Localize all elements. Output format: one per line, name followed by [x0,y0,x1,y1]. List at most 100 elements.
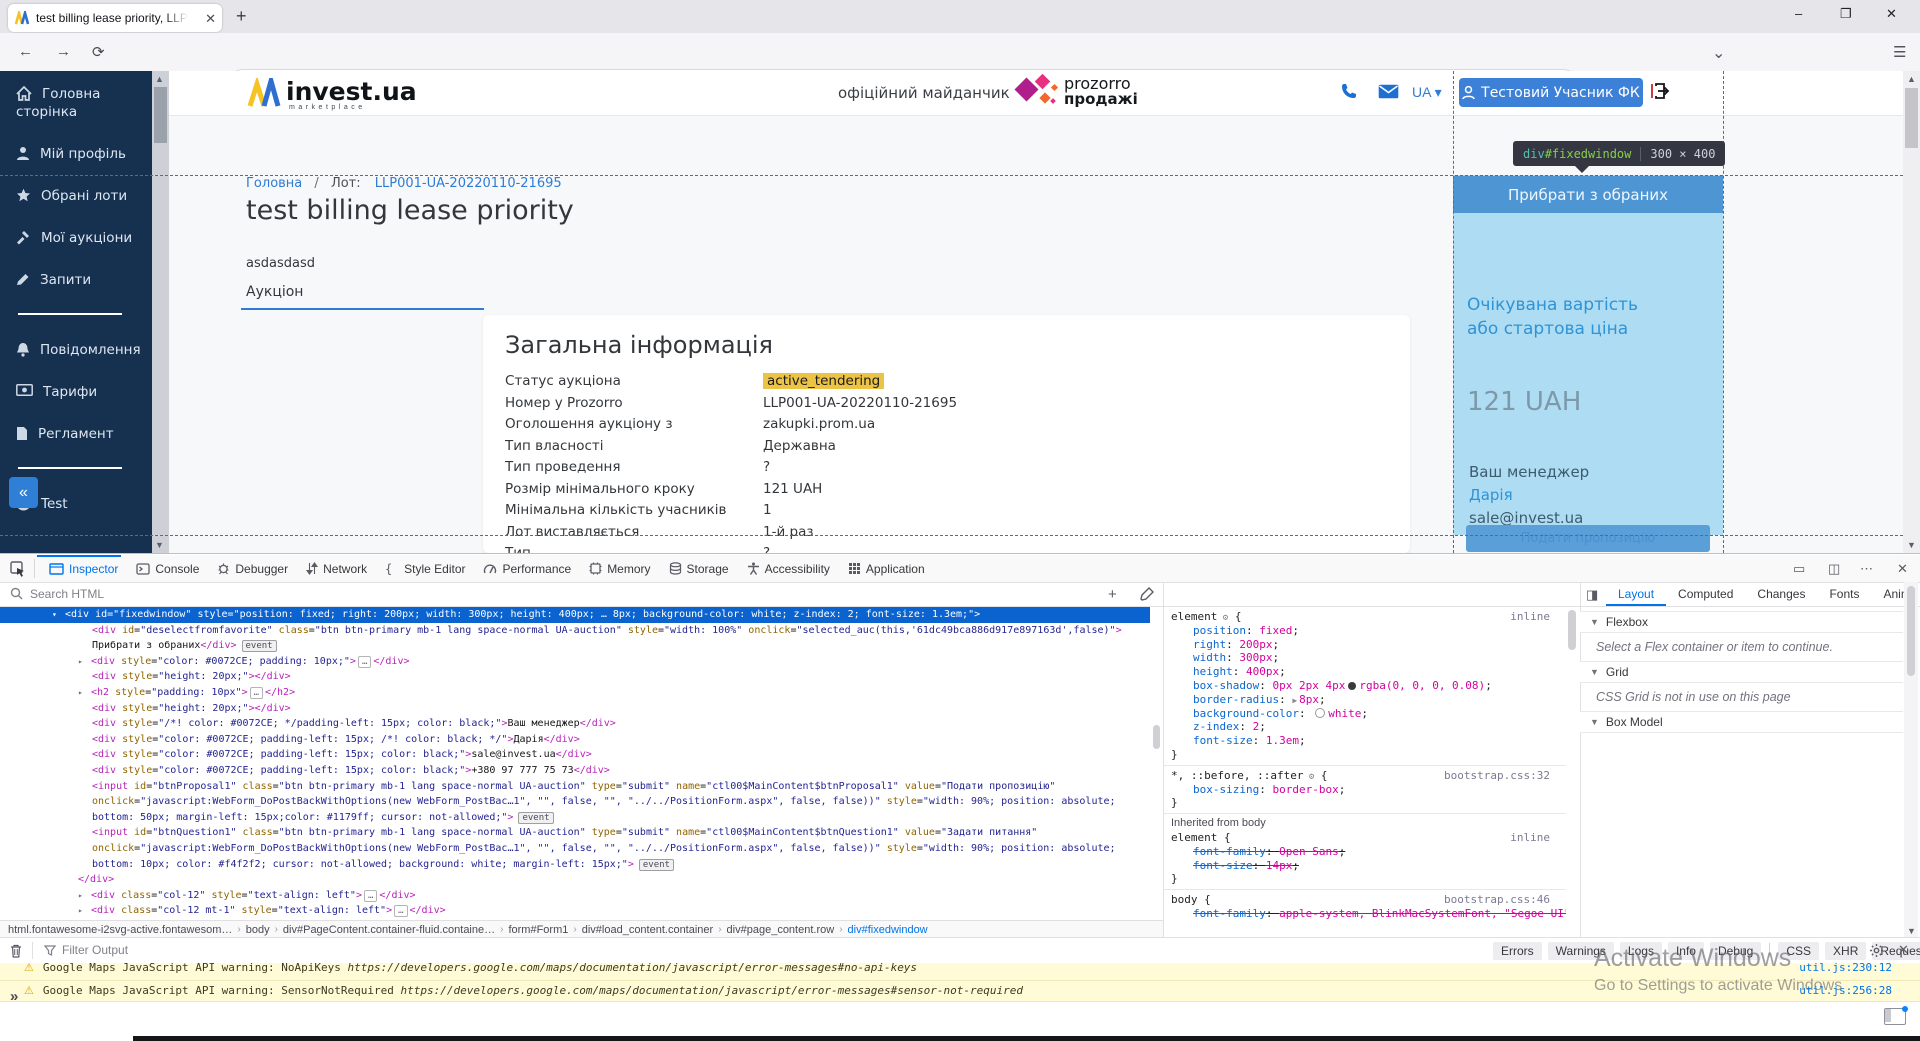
markup-line[interactable]: ▸ <h2 style="padding: 10px">… </h2> [0,685,1150,701]
devtools-menu-icon[interactable]: ⋯ [1860,561,1874,577]
devtools-close-icon[interactable]: ✕ [1897,561,1908,577]
sidebar-item-home[interactable]: Головна сторінка [0,85,152,121]
markup-line-selected[interactable]: ▾ <div id="fixedwindow" style="position: … [0,607,1150,623]
devtools-tab-styleeditor[interactable]: { }Style Editor [376,555,474,582]
devtools-tab-accessibility[interactable]: Accessibility [738,555,839,582]
markup-line[interactable]: onclick="javascript:WebForm_DoPostBackWi… [0,841,1150,857]
breadcrumb-lot-link[interactable]: LLP001-UA-20220110-21695 [375,176,562,191]
window-minimize-button[interactable]: – [1795,6,1802,21]
devtools-tab-performance[interactable]: Performance [474,555,580,582]
console-filter-css[interactable]: CSS [1778,942,1820,960]
layout-tab-layout[interactable]: Layout [1606,582,1666,606]
console-sidebar-toggle-icon[interactable] [1884,1006,1908,1025]
new-tab-button[interactable]: + [236,6,247,27]
rule-line[interactable]: z-index: 2; [1163,720,1566,734]
envelope-icon[interactable] [1378,84,1399,99]
node-breadcrumb[interactable]: body [246,924,270,936]
submit-proposal-button[interactable]: Подати пропозицію [1466,525,1710,552]
rule-line[interactable]: height: 400px; [1163,665,1566,679]
user-account-button[interactable]: Тестовий Учасник ФК [1459,78,1643,107]
markup-line[interactable]: bottom: 10px; color: #f4f2f2; cursor: no… [0,857,1150,873]
phone-icon[interactable] [1340,82,1358,100]
devtools-tab-memory[interactable]: Memory [580,555,659,582]
rule-line[interactable]: } [1163,796,1566,810]
browser-tab[interactable]: test billing lease priority, LLP001 ✕ [8,4,222,32]
filter-output-input[interactable]: Filter Output [62,943,128,957]
markup-line[interactable]: <input id="btnQuestion1" class="btn btn-… [0,825,1150,841]
flexbox-section-header[interactable]: ▼ Flexbox [1580,611,1903,633]
sidebar-scrollbar[interactable]: ▲ ▼ [152,71,169,553]
menu-hamburger-icon[interactable]: ☰ [1893,43,1906,61]
logout-icon[interactable] [1650,82,1670,100]
investua-logo-icon[interactable] [246,78,284,108]
scroll-up-icon[interactable]: ▲ [1907,74,1916,84]
rule-line[interactable]: } [1163,748,1566,762]
sidebar-collapse-button[interactable]: « [9,477,38,508]
window-maximize-button[interactable]: ❐ [1840,6,1852,22]
rules-scrollbar[interactable] [1566,606,1578,938]
sidebar-item-notifications[interactable]: Повідомлення [0,341,152,359]
boxmodel-section-header[interactable]: ▼ Box Model [1580,711,1903,733]
rule-line[interactable]: border-radius: ▶ 8px; [1163,693,1566,707]
tab-auction[interactable]: Аукціон [241,284,484,310]
sidebar-item-requests[interactable]: Запити [0,271,152,289]
sidebar-item-favorites[interactable]: Обрані лоти [0,187,152,205]
console-filter-errors[interactable]: Errors [1493,942,1542,960]
markup-line[interactable]: Прибрати з обраних</div> event [0,638,1150,654]
site-logo-text[interactable]: invest.ua [286,77,417,106]
scroll-down-icon[interactable]: ▼ [1907,926,1916,936]
rule-line[interactable]: body {bootstrap.css:46 [1163,893,1566,907]
markup-line[interactable]: <div style="color: #0072CE; padding-left… [0,732,1150,748]
devtools-tab-storage[interactable]: Storage [660,555,738,582]
node-breadcrumb[interactable]: div#PageContent.container-fluid.containe… [283,924,495,936]
devtools-tab-application[interactable]: Application [839,555,934,582]
back-button[interactable]: ← [18,43,33,60]
markup-line[interactable]: </div> [0,872,1150,888]
devtools-tab-console[interactable]: Console [127,555,208,582]
markup-line[interactable]: ▸ <div class="col-12 mt-1" style="text-al… [0,903,1150,919]
console-close-icon[interactable]: ✕ [1898,942,1909,958]
rule-line[interactable]: box-shadow: 0px 2px 4px rgba(0, 0, 0, 0.0… [1163,679,1566,693]
scroll-up-icon[interactable]: ▲ [155,74,164,84]
rule-line[interactable]: font-family: apple-system, BlinkMacSyste… [1163,907,1566,921]
markup-line[interactable]: <div style="/*! color: #0072CE; */paddin… [0,716,1150,732]
markup-line[interactable]: <div id="deselectfromfavorite" class="bt… [0,623,1150,639]
markup-line[interactable]: <div style="color: #0072CE; padding-left… [0,747,1150,763]
eyedropper-icon[interactable] [1140,587,1154,601]
breadcrumb-home-link[interactable]: Головна [246,176,302,191]
scroll-down-icon[interactable]: ▼ [155,540,164,550]
pocket-icon[interactable]: ⌄ [1712,43,1725,63]
sidebar-scroll-thumb[interactable] [154,87,167,143]
layout-scrollbar[interactable]: ▼ [1904,582,1918,938]
sidebar-item-auctions[interactable]: Мої аукціони [0,229,152,247]
rule-line[interactable]: width: 300px; [1163,651,1566,665]
layout-tab-fonts[interactable]: Fonts [1817,582,1871,606]
layout-tab-computed[interactable]: Computed [1666,582,1745,606]
rule-source-link[interactable]: inline [1510,610,1550,624]
console-filter-xhr[interactable]: XHR [1825,942,1867,960]
sidebar-toggle-icon[interactable]: ◨ [1586,587,1598,603]
language-selector[interactable]: UA ▾ [1412,84,1442,101]
rule-source-link[interactable]: bootstrap.css:32 [1444,769,1550,783]
node-breadcrumb[interactable]: html.fontawesome-i2svg-active.fontawesom… [8,924,232,936]
console-filter-debug[interactable]: Debug [1709,942,1762,960]
console-source-link[interactable]: util.js:256:28 [1799,981,1892,1001]
devtools-tab-inspector[interactable]: Inspector [40,555,127,582]
markup-line[interactable]: bottom: 50px; margin-left: 15px;color: #… [0,810,1150,826]
sidebar-item-tariffs[interactable]: Тарифи [0,383,152,401]
console-settings-icon[interactable] [1869,943,1884,958]
rule-line[interactable]: } [1163,872,1566,886]
rule-line[interactable]: *, ::before, ::after ⚙ {bootstrap.css:32 [1163,769,1566,783]
devtools-tab-network[interactable]: Network [297,555,376,582]
rule-source-link[interactable]: bootstrap.css:46 [1444,893,1550,907]
node-breadcrumb[interactable]: div#page_content.row [727,924,835,936]
rule-source-link[interactable]: inline [1510,831,1550,845]
page-scrollbar[interactable]: ▲ ▼ [1903,71,1920,553]
markup-line[interactable]: <div style="height: 20px;"></div> [0,701,1150,717]
window-close-button[interactable]: ✕ [1886,6,1897,22]
forward-button[interactable]: → [56,43,71,60]
pick-element-icon[interactable] [10,561,26,577]
rule-line[interactable]: font-size: 14px; [1163,859,1566,873]
rule-line[interactable]: font-size: 1.3em; [1163,734,1566,748]
markup-line[interactable]: <div style="color: #0072CE; padding-left… [0,763,1150,779]
